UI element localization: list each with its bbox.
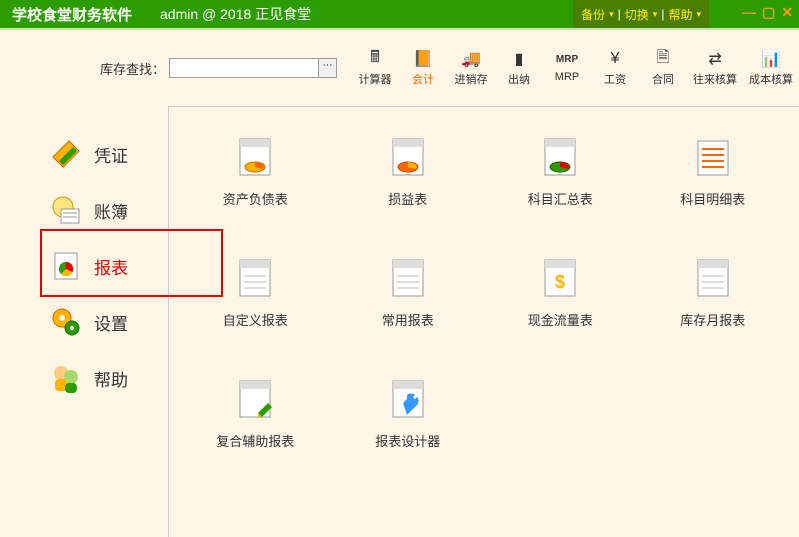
gear-icon: [48, 304, 84, 340]
reports-grid: 资产负债表 损益表 科目汇总表 科目明细表 自定义报表 常用报表: [189, 137, 779, 450]
tool-salary[interactable]: ¥ 工资: [597, 49, 633, 87]
tool-calc[interactable]: 🖩 计算器: [357, 49, 393, 87]
sidebar-item-settings[interactable]: 设置: [48, 294, 168, 350]
selection-highlight: [40, 229, 223, 297]
document-icon: 🗎: [657, 49, 670, 69]
sidebar-item-label: 凭证: [94, 142, 128, 167]
tool-inventory[interactable]: 🚚 进销存: [453, 49, 489, 87]
top-toolbar: 🖩 计算器 📙 会计 🚚 进销存 ▮ 出纳 MRP MRP ¥ 工资 🗎 合同 …: [357, 49, 793, 87]
report-composite[interactable]: 复合辅助报表: [189, 379, 322, 450]
book-icon: 📙: [413, 49, 433, 69]
report-balance-sheet[interactable]: 资产负债表: [189, 137, 322, 208]
exchange-icon: ⇄: [708, 49, 721, 69]
tool-receivable[interactable]: ⇄ 往来核算: [693, 49, 737, 87]
toolbar-row: 库存查找： ⋯ 🖩 计算器 📙 会计 🚚 进销存 ▮ 出纳 MRP MRP ¥ …: [0, 30, 799, 106]
user-info: admin @ 2018 正见食堂: [160, 4, 311, 24]
tool-cashier[interactable]: ▮ 出纳: [501, 49, 537, 87]
svg-text:$: $: [555, 272, 565, 292]
sidebar: 凭证 账簿 报表 设置 帮助: [0, 106, 168, 537]
app-title: 学校食堂财务软件: [4, 4, 140, 25]
switch-link[interactable]: 切换: [625, 6, 649, 23]
maximize-button[interactable]: ▢: [762, 4, 775, 21]
sidebar-item-label: 设置: [94, 310, 128, 335]
tool-contract[interactable]: 🗎 合同: [645, 49, 681, 87]
report-designer[interactable]: 报表设计器: [342, 379, 475, 450]
close-button[interactable]: ✕: [781, 4, 793, 21]
help-link[interactable]: 帮助: [668, 6, 692, 23]
help-icon: [48, 360, 84, 396]
doc-pie-icon: [539, 137, 581, 179]
doc-icon: [692, 258, 734, 300]
doc-icon: [387, 258, 429, 300]
tool-mrp[interactable]: MRP MRP: [549, 49, 585, 83]
report-stock-month[interactable]: 库存月报表: [647, 258, 780, 329]
truck-icon: 🚚: [461, 49, 481, 69]
sidebar-item-label: 帮助: [94, 366, 128, 391]
search-input[interactable]: [169, 58, 319, 78]
ledger-icon: [48, 192, 84, 228]
doc-lines-icon: [692, 137, 734, 179]
window-controls: — ▢ ✕: [742, 4, 793, 21]
sidebar-item-label: 账簿: [94, 198, 128, 223]
doc-money-icon: $: [539, 258, 581, 300]
report-cashflow[interactable]: $ 现金流量表: [494, 258, 627, 329]
sidebar-item-help[interactable]: 帮助: [48, 350, 168, 406]
tool-accounting[interactable]: 📙 会计: [405, 49, 441, 87]
title-bar: 学校食堂财务软件 admin @ 2018 正见食堂 备份▾ | 切换▾ | 帮…: [0, 0, 799, 28]
backup-link[interactable]: 备份: [581, 6, 605, 23]
search-wrap: ⋯: [169, 58, 337, 78]
chevron-down-icon: ▾: [696, 9, 701, 20]
doc-icon: [234, 258, 276, 300]
bars-icon: 📊: [761, 49, 781, 69]
sidebar-item-voucher[interactable]: 凭证: [48, 126, 168, 182]
search-label: 库存查找：: [100, 59, 165, 78]
notebook-icon: ▮: [515, 49, 524, 69]
yen-icon: ¥: [611, 49, 620, 69]
doc-pie-icon: [234, 137, 276, 179]
doc-wrench-icon: [387, 379, 429, 421]
report-common[interactable]: 常用报表: [342, 258, 475, 329]
chevron-down-icon: ▾: [609, 9, 614, 20]
doc-pie-icon: [387, 137, 429, 179]
doc-edit-icon: [234, 379, 276, 421]
mrp-icon: MRP: [556, 49, 578, 69]
header-links: 备份▾ | 切换▾ | 帮助▾: [573, 0, 709, 28]
search-more-button[interactable]: ⋯: [319, 58, 337, 78]
voucher-icon: [48, 136, 84, 172]
minimize-button[interactable]: —: [742, 4, 756, 21]
report-subject-detail[interactable]: 科目明细表: [647, 137, 780, 208]
chevron-down-icon: ▾: [653, 9, 658, 20]
calculator-icon: 🖩: [370, 49, 380, 69]
report-income[interactable]: 损益表: [342, 137, 475, 208]
content-area: 资产负债表 损益表 科目汇总表 科目明细表 自定义报表 常用报表: [168, 106, 799, 537]
main: 凭证 账簿 报表 设置 帮助: [0, 106, 799, 537]
tool-cost[interactable]: 📊 成本核算: [749, 49, 793, 87]
report-subject-summary[interactable]: 科目汇总表: [494, 137, 627, 208]
